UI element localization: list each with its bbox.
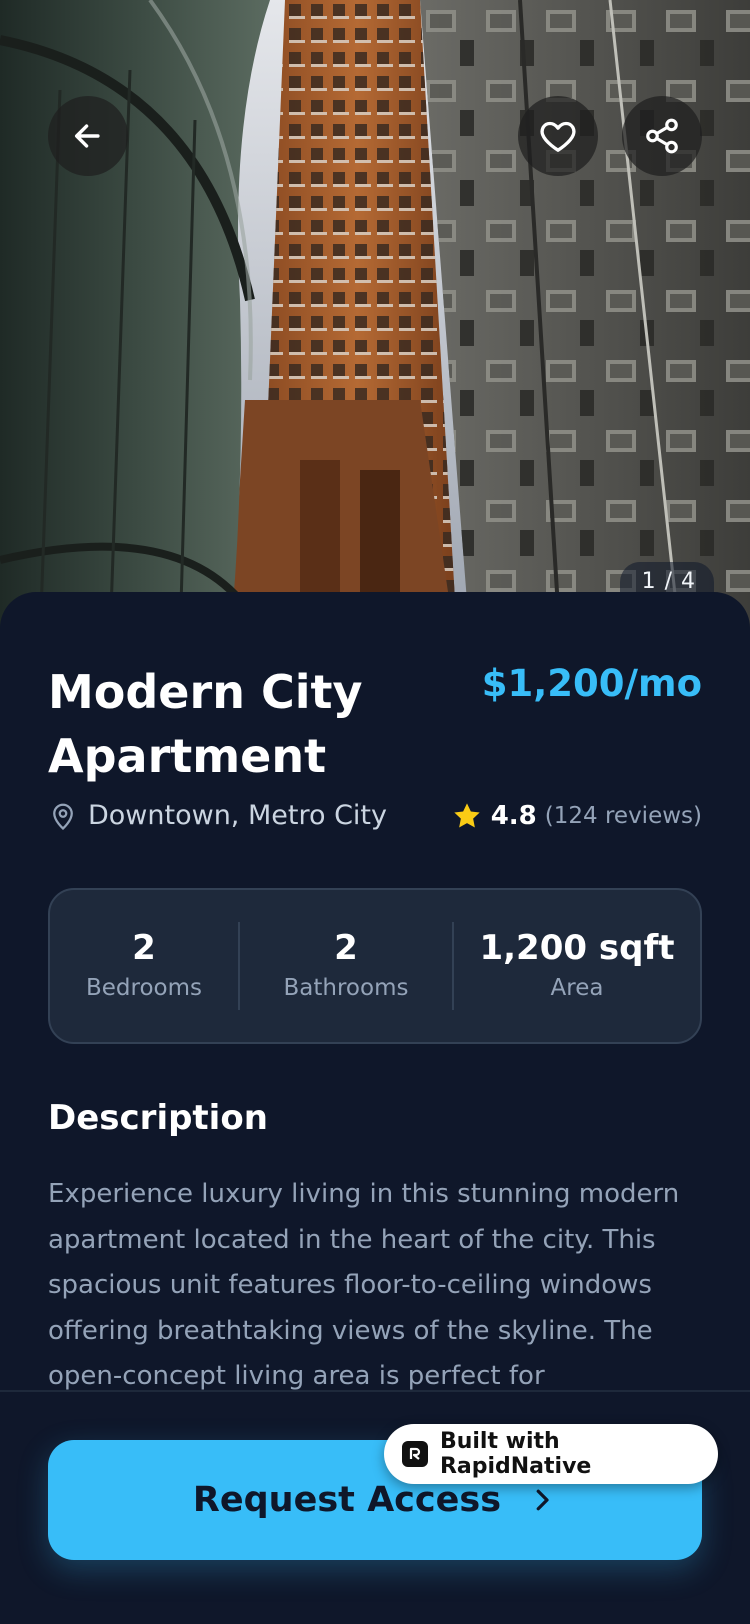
back-button[interactable]	[48, 96, 128, 176]
heart-icon	[540, 121, 576, 152]
stat-bathrooms: 2 Bathrooms	[240, 890, 452, 1042]
listing-price: $1,200/mo	[481, 662, 702, 705]
stat-area: 1,200 sqft Area	[454, 890, 700, 1042]
stat-label: Bathrooms	[283, 975, 409, 1001]
rating-row[interactable]: 4.8 (124 reviews)	[451, 800, 702, 832]
stats-card: 2 Bedrooms 2 Bathrooms 1,200 sqft Area	[48, 888, 702, 1044]
location-text: Downtown, Metro City	[88, 800, 387, 831]
stat-label: Bedrooms	[85, 975, 202, 1001]
stat-value: 1,200 sqft	[479, 928, 675, 968]
share-icon	[646, 118, 678, 154]
location-row: Downtown, Metro City	[48, 800, 387, 831]
built-with-badge[interactable]: Built with RapidNative	[384, 1424, 718, 1484]
stat-label: Area	[550, 975, 604, 1001]
favorite-button[interactable]	[518, 96, 598, 176]
stat-value: 2	[334, 928, 358, 968]
hero-image[interactable]: 1 / 4	[0, 0, 750, 640]
request-access-label: Request Access	[192, 1480, 502, 1520]
description-text: Experience luxury living in this stunnin…	[48, 1179, 680, 1391]
star-icon	[454, 803, 480, 828]
description-heading: Description	[48, 1098, 268, 1138]
map-pin-icon	[53, 803, 73, 830]
stat-value: 2	[132, 928, 156, 968]
badge-label: Built with RapidNative	[439, 1429, 592, 1479]
building-photo	[0, 0, 750, 640]
share-button[interactable]	[622, 96, 702, 176]
review-count: (124 reviews)	[544, 803, 702, 829]
chevron-right-icon	[536, 1489, 549, 1511]
listing-title: Modern City Apartment	[48, 665, 363, 783]
stat-bedrooms: 2 Bedrooms	[50, 890, 238, 1042]
rating-score: 4.8	[490, 801, 537, 831]
arrow-left-icon	[74, 124, 100, 148]
rapidnative-logo-icon	[402, 1441, 428, 1467]
